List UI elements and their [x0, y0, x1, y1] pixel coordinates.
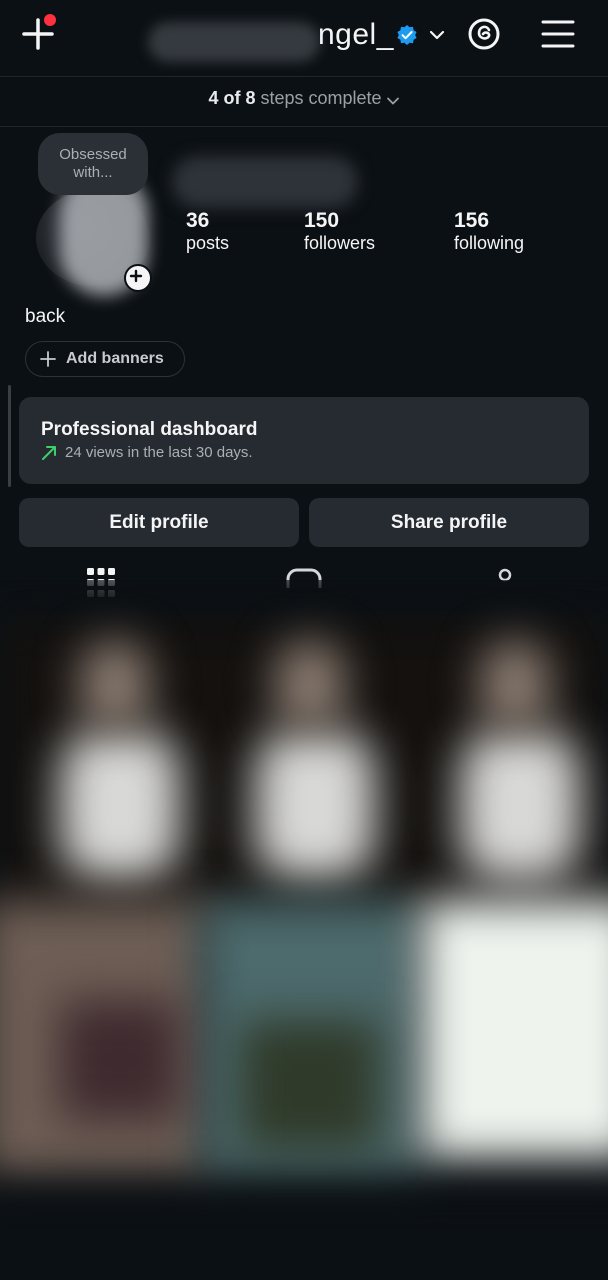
stat-value: 150: [304, 209, 340, 232]
setup-progress[interactable]: 4 of 8 steps complete: [0, 88, 608, 109]
bio-text: back: [25, 306, 66, 327]
top-bar: ngel_: [0, 0, 608, 76]
dashboard-subtitle-row: 24 views in the last 30 days.: [41, 444, 253, 461]
posts-grid[interactable]: [0, 580, 608, 1280]
verified-badge-icon: [396, 24, 418, 46]
display-name-redacted: [172, 156, 358, 208]
followers-stat[interactable]: 150 followers: [304, 209, 375, 254]
dashboard-subtitle: 24 views in the last 30 days.: [65, 444, 253, 461]
steps-completed: 4 of 8: [208, 88, 256, 108]
stat-label: followers: [304, 233, 376, 253]
add-banners-label: Add banners: [66, 350, 164, 367]
stat-value: 156: [454, 209, 490, 232]
scroll-indicator: [8, 385, 11, 487]
add-story-icon[interactable]: [124, 264, 152, 292]
notification-dot: [44, 14, 56, 26]
steps-suffix: steps complete: [255, 88, 382, 108]
plus-icon: [40, 351, 56, 367]
divider: [0, 126, 608, 127]
following-stat[interactable]: 156 following: [454, 209, 524, 254]
divider: [0, 76, 608, 77]
add-banners-button[interactable]: Add banners: [25, 341, 185, 377]
threads-icon[interactable]: [466, 16, 502, 52]
stat-value: 36: [186, 209, 210, 232]
chevron-down-icon: [386, 92, 400, 106]
chevron-down-icon[interactable]: [428, 26, 446, 44]
posts-stat[interactable]: 36 posts: [186, 209, 229, 254]
edit-profile-button[interactable]: Edit profile: [19, 498, 299, 547]
share-profile-button[interactable]: Share profile: [309, 498, 589, 547]
professional-dashboard-card[interactable]: Professional dashboard 24 views in the l…: [19, 397, 589, 484]
username[interactable]: ngel_: [318, 18, 394, 52]
hamburger-menu-icon[interactable]: [540, 18, 576, 50]
trend-up-arrow-icon: [42, 445, 56, 460]
stat-label: following: [454, 233, 525, 253]
stat-label: posts: [186, 233, 230, 253]
dashboard-title: Professional dashboard: [41, 419, 258, 440]
username-redacted: [148, 22, 320, 62]
note-bubble[interactable]: Obsessed with...: [38, 133, 148, 195]
